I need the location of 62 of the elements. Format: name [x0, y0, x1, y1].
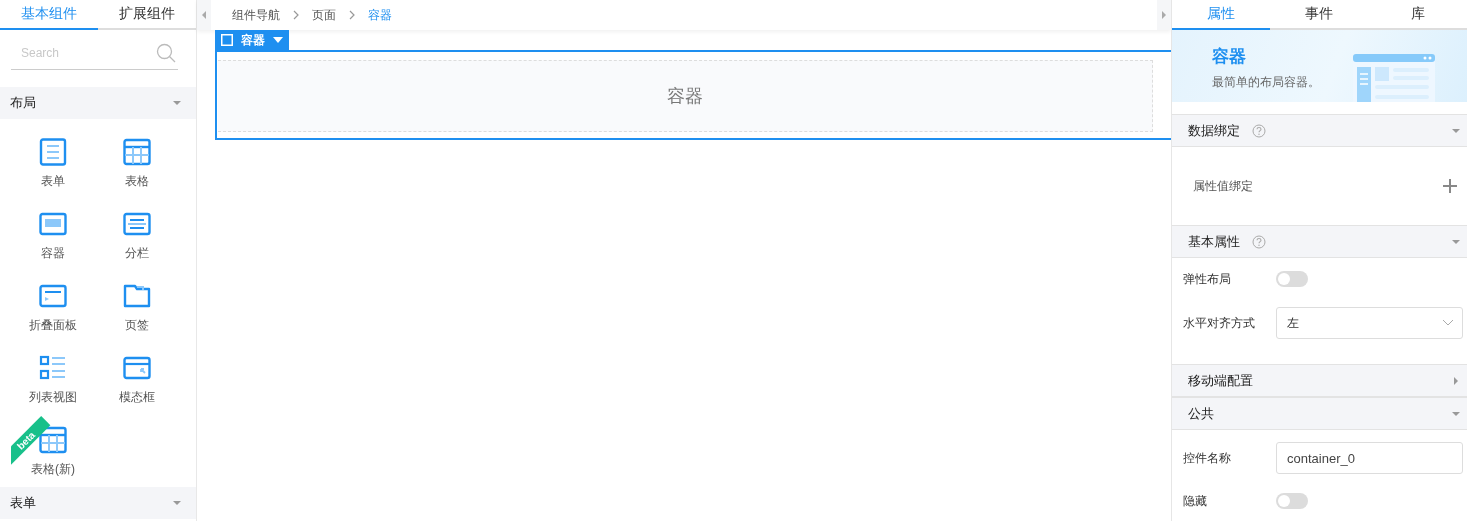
group-header[interactable]: 布局 [0, 87, 196, 119]
component-item[interactable]: 表格 [95, 127, 179, 199]
toggle-switch[interactable] [1276, 493, 1308, 509]
component-item[interactable]: 表单 [11, 127, 95, 199]
listview-icon [39, 354, 67, 382]
component-item[interactable]: 页签 [95, 271, 179, 343]
component-label: 容器 [41, 245, 65, 262]
text-field[interactable]: container_0 [1276, 442, 1463, 474]
chevron-icon [348, 9, 356, 21]
caret-icon [172, 98, 182, 108]
component-label: 折叠面板 [29, 317, 77, 334]
component-label: 模态框 [119, 389, 155, 406]
component-label: 分栏 [125, 245, 149, 262]
chevron-icon [292, 9, 300, 21]
collapse-handle[interactable] [197, 0, 211, 30]
dropdown-field[interactable]: 左 [1276, 307, 1463, 339]
select-checkbox[interactable] [221, 34, 233, 46]
collapse-handle[interactable] [1157, 0, 1171, 30]
component-label: 页签 [125, 317, 149, 334]
component-item[interactable]: 容器 [11, 199, 95, 271]
form-icon [39, 138, 67, 166]
caret-icon [172, 498, 182, 508]
banner-title: 容器 [1212, 46, 1247, 68]
collapse-icon [39, 282, 67, 310]
breadcrumb-link[interactable]: 容器 [368, 6, 392, 24]
component-item[interactable]: 列表视图 [11, 343, 95, 415]
component-item[interactable]: 分栏 [95, 199, 179, 271]
container-frame[interactable]: 容器 [215, 50, 1171, 140]
field-label: 属性值绑定 [1193, 177, 1253, 195]
component-item[interactable]: beta 表格(新) [11, 415, 95, 487]
modal-icon [123, 354, 151, 382]
table-icon [39, 426, 67, 454]
help-icon[interactable] [1252, 123, 1266, 138]
tabs-icon [123, 282, 151, 310]
container-placeholder: 容器 [218, 60, 1153, 132]
caret-icon [1451, 375, 1461, 386]
help-icon[interactable] [1252, 234, 1266, 249]
container-icon [39, 210, 67, 238]
table-icon [123, 138, 151, 166]
columns-icon [123, 210, 151, 238]
component-label: 表格 [125, 173, 149, 190]
group-header[interactable]: 表单 [0, 487, 196, 519]
breadcrumb-link[interactable]: 页面 [312, 6, 336, 24]
section-header[interactable]: 数据绑定 [1172, 114, 1467, 147]
field-label: 隐藏 [1183, 492, 1208, 510]
component-label: 表单 [41, 173, 65, 190]
search-icon[interactable] [156, 43, 176, 63]
section-header[interactable]: 基本属性 [1172, 225, 1467, 258]
chevron-down-icon [1442, 319, 1454, 327]
component-item[interactable]: 折叠面板 [11, 271, 95, 343]
banner-description: 最简单的布局容器。 [1212, 74, 1320, 91]
component-item[interactable]: 模态框 [95, 343, 179, 415]
component-label: 列表视图 [29, 389, 77, 406]
section-header[interactable]: 移动端配置 [1172, 364, 1467, 397]
breadcrumb-link[interactable]: 组件导航 [232, 6, 280, 24]
field-label: 水平对齐方式 [1183, 314, 1256, 332]
add-icon[interactable] [1443, 179, 1457, 193]
caret-icon[interactable] [273, 37, 283, 43]
section-header[interactable]: 公共 [1172, 397, 1467, 430]
field-label: 控件名称 [1183, 449, 1232, 467]
toggle-switch[interactable] [1276, 271, 1308, 287]
field-label: 弹性布局 [1183, 270, 1232, 288]
